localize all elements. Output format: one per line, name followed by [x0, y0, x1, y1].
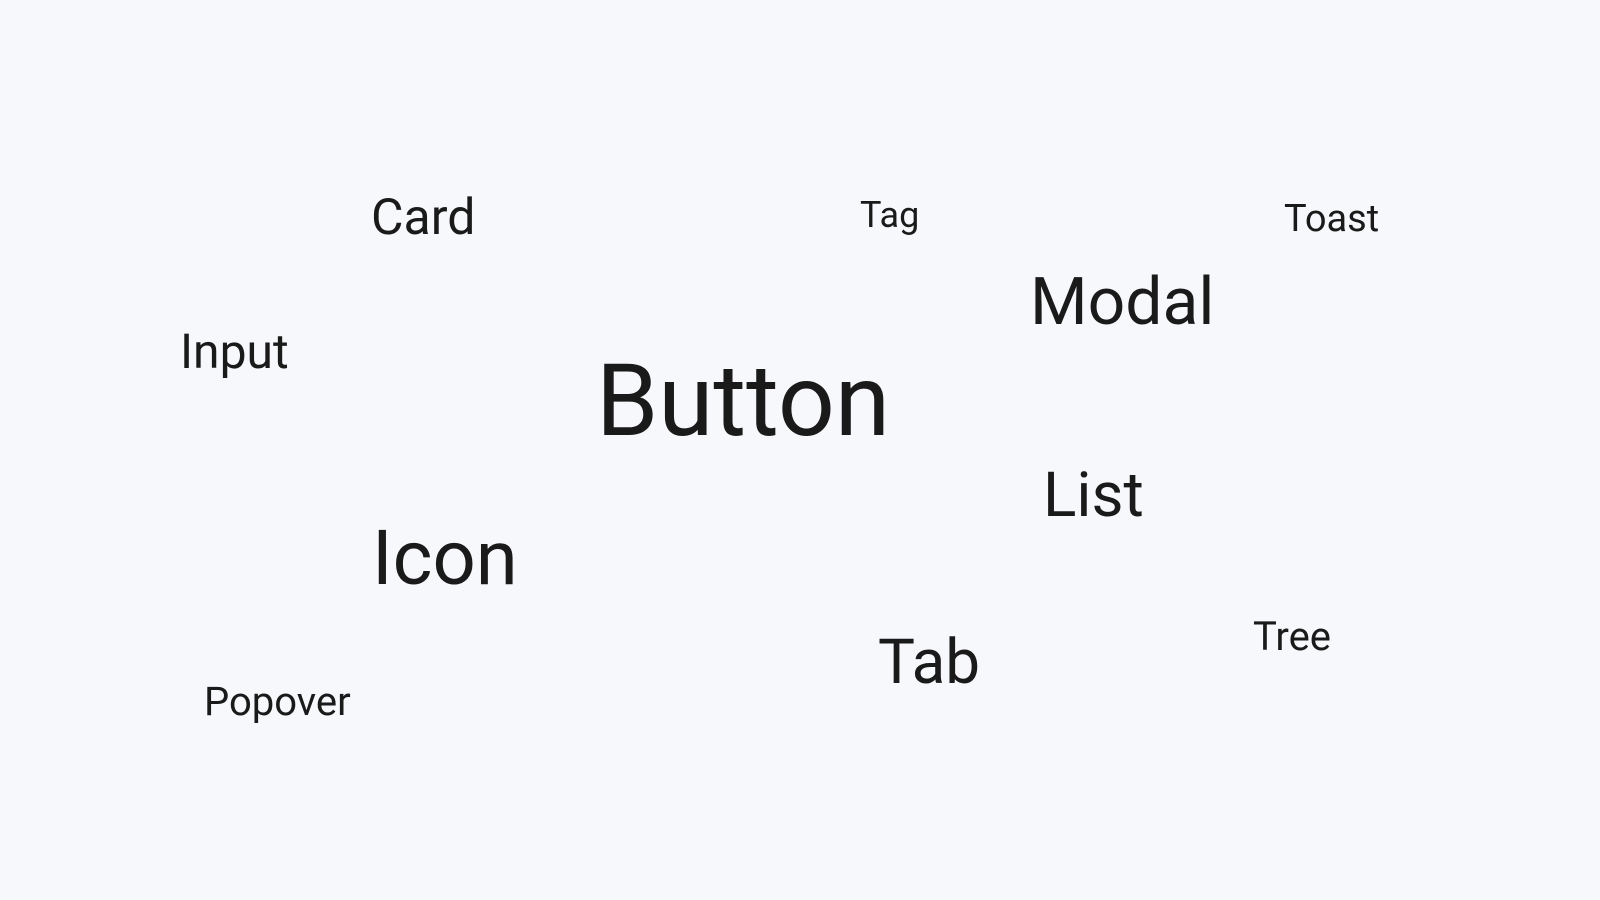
word-tag: Tag [860, 197, 919, 233]
word-popover: Popover [204, 682, 351, 722]
word-card: Card [371, 193, 475, 243]
word-list: List [1043, 465, 1144, 527]
word-toast: Toast [1284, 200, 1379, 238]
word-tab: Tab [878, 632, 980, 694]
word-input: Input [180, 328, 289, 376]
word-icon: Icon [372, 520, 518, 596]
word-button: Button [596, 352, 890, 452]
word-modal: Modal [1030, 270, 1214, 336]
word-tree: Tree [1253, 617, 1331, 657]
